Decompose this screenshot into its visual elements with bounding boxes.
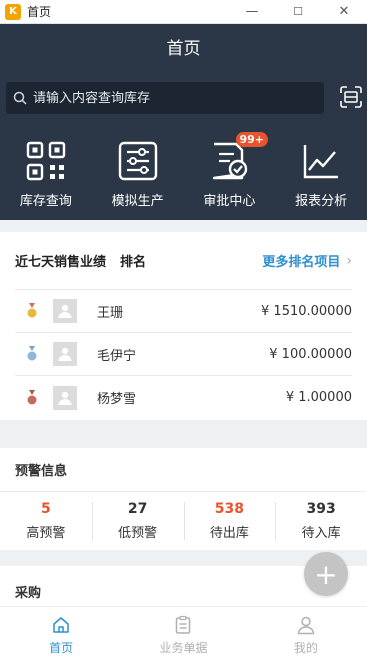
home-icon <box>53 617 69 633</box>
tab-home[interactable]: 首页 <box>0 607 122 662</box>
rank-amount: ¥ 1.00000 <box>285 390 352 405</box>
stat-value: 393 <box>306 501 336 517</box>
rank-name: 王珊 <box>97 305 124 321</box>
menu-report-analysis[interactable]: 报表分析 <box>275 140 367 215</box>
menu-label: 模拟生产 <box>111 194 164 209</box>
tab-mine[interactable]: 我的 <box>245 607 367 662</box>
table-row[interactable]: 杨梦雪 ¥ 1.00000 <box>15 376 352 419</box>
warning-title: 预警信息 <box>0 448 367 492</box>
rank-amount: ¥ 100.00000 <box>269 346 352 362</box>
more-rankings-link[interactable]: 更多排名项目 <box>262 251 340 270</box>
window-title: 首页 <box>27 5 52 19</box>
tab-business-documents[interactable]: 业务单据 <box>122 607 244 662</box>
menu-simulated-production[interactable]: 模拟生产 <box>92 140 184 215</box>
stat-value: 5 <box>41 501 51 517</box>
stat-high-warning[interactable]: 5 高预警 <box>0 492 92 550</box>
maximize-button[interactable]: ☐ <box>275 0 321 24</box>
qr-grid-icon <box>26 141 66 181</box>
line-chart-icon <box>303 145 339 179</box>
medal-icon <box>27 346 37 361</box>
stat-label: 待出库 <box>209 526 249 541</box>
scan-icon[interactable] <box>340 86 362 108</box>
approval-count-badge: 99+ <box>235 132 269 147</box>
app-logo: K <box>5 3 21 20</box>
header: 首页 库存查询 <box>0 24 367 220</box>
add-button[interactable]: + <box>304 552 348 596</box>
stat-label: 低预警 <box>118 526 158 541</box>
stat-pending-outbound[interactable]: 538 待出库 <box>183 492 276 550</box>
menu-label: 报表分析 <box>295 194 348 209</box>
medal-icon <box>27 303 37 318</box>
tab-label: 我的 <box>293 641 318 655</box>
rank-name: 杨梦雪 <box>97 392 137 407</box>
window-titlebar: K 首页 — ☐ ✕ <box>0 0 367 24</box>
sales-title: 近七天销售业绩 <box>15 255 107 270</box>
chevron-right-icon[interactable]: › <box>346 253 352 269</box>
user-icon <box>58 391 72 405</box>
window-controls: — ☐ ✕ <box>229 0 367 24</box>
sales-ranking-header: 近七天销售业绩 排名 更多排名项目 › <box>15 232 352 290</box>
stat-value: 538 <box>214 501 244 517</box>
tab-label: 首页 <box>49 641 74 655</box>
search-input[interactable] <box>33 90 313 106</box>
menu-label: 审批中心 <box>203 194 256 209</box>
minimize-button[interactable]: — <box>229 0 275 24</box>
page-title: 首页 <box>166 39 201 59</box>
clipboard-icon <box>176 615 191 634</box>
stat-value: 27 <box>127 501 148 517</box>
quick-menu: 库存查询 模拟生产 99+ 审批中心 报表分析 <box>0 132 367 215</box>
warning-card: 预警信息 5 高预警 27 低预警 538 待出库 393 待入库 <box>0 448 367 550</box>
user-profile-icon <box>297 616 315 635</box>
avatar <box>53 342 77 366</box>
warning-stats: 5 高预警 27 低预警 538 待出库 393 待入库 <box>0 492 367 550</box>
menu-approval-center[interactable]: 99+ 审批中心 <box>184 132 276 215</box>
stat-low-warning[interactable]: 27 低预警 <box>91 492 184 550</box>
medal-icon <box>27 389 37 404</box>
menu-inventory-query[interactable]: 库存查询 <box>0 140 92 215</box>
table-row[interactable]: 毛伊宁 ¥ 100.00000 <box>15 333 352 376</box>
sales-ranking-card: 近七天销售业绩 排名 更多排名项目 › 王珊 ¥ 1510.00000 毛伊宁 … <box>0 232 367 420</box>
stat-pending-inbound[interactable]: 393 待入库 <box>275 492 367 550</box>
sliders-icon <box>118 141 157 181</box>
menu-label: 库存查询 <box>19 194 72 209</box>
rank-name: 毛伊宁 <box>97 348 137 364</box>
bottom-tab-bar: 首页 业务单据 我的 <box>0 606 367 662</box>
stat-label: 待入库 <box>301 526 341 541</box>
table-row[interactable]: 王珊 ¥ 1510.00000 <box>15 290 352 333</box>
user-icon <box>58 304 72 318</box>
rank-amount: ¥ 1510.00000 <box>261 303 352 319</box>
sales-subtitle: 排名 <box>120 255 147 270</box>
stat-label: 高预警 <box>26 526 66 541</box>
search-bar[interactable] <box>6 82 324 114</box>
search-icon <box>13 91 27 105</box>
avatar <box>53 299 77 323</box>
tab-label: 业务单据 <box>159 641 208 655</box>
close-button[interactable]: ✕ <box>321 0 367 24</box>
user-icon <box>58 347 72 361</box>
avatar <box>53 385 77 410</box>
